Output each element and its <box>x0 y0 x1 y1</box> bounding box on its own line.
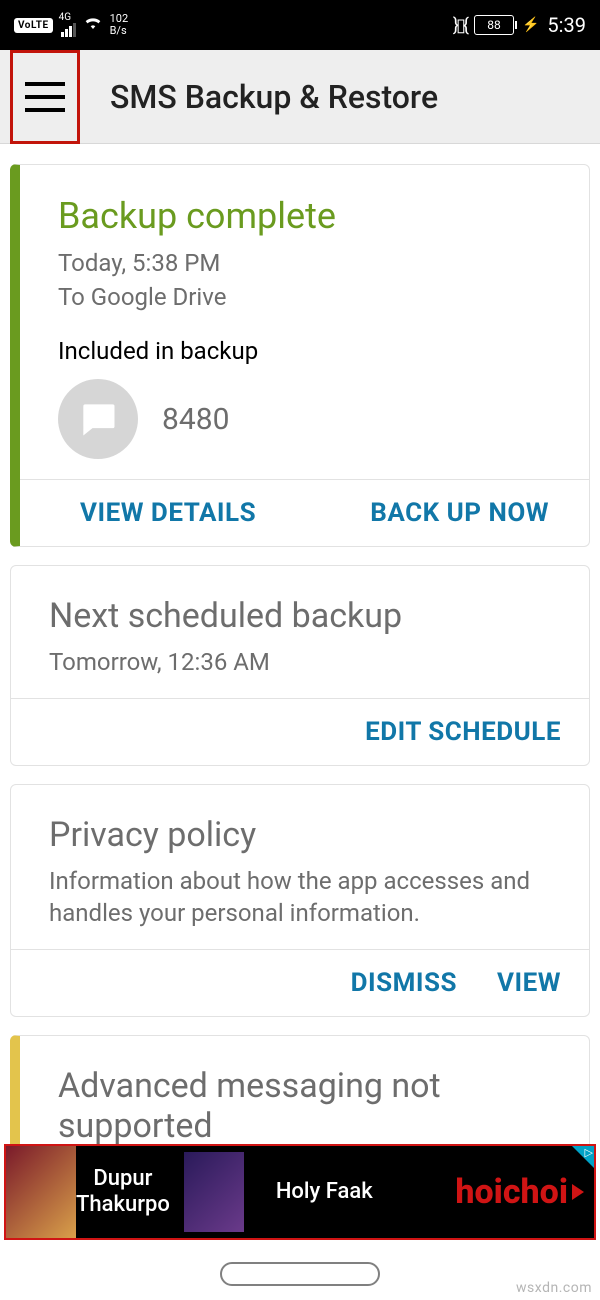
nav-pill[interactable] <box>220 1262 380 1286</box>
hamburger-icon[interactable] <box>25 82 65 112</box>
app-title: SMS Backup & Restore <box>110 78 438 116</box>
back-up-now-button[interactable]: BACK UP NOW <box>370 498 549 528</box>
privacy-card: Privacy policy Information about how the… <box>10 784 590 1017</box>
menu-button-highlight <box>10 50 80 144</box>
schedule-time: Tomorrow, 12:36 AM <box>49 646 561 678</box>
ad-thumbnail-2 <box>184 1152 244 1232</box>
network-speed: 102 B/s <box>110 13 129 37</box>
battery-icon: 88 <box>474 15 514 35</box>
volte-badge: VoLTE <box>14 18 53 33</box>
backup-destination: To Google Drive <box>58 281 561 313</box>
status-bar: VoLTE 4G 102 B/s }▯{ 88 ⚡ 5:39 <box>0 0 600 50</box>
included-label: Included in backup <box>58 337 561 365</box>
schedule-card: Next scheduled backup Tomorrow, 12:36 AM… <box>10 565 590 766</box>
ad-brand-logo: hoichoi <box>455 1172 584 1212</box>
ad-banner[interactable]: Dupur Thakurpo Holy Faak hoichoi <box>4 1144 596 1240</box>
view-button[interactable]: VIEW <box>497 968 561 998</box>
wifi-icon <box>82 12 104 39</box>
backup-title: Backup complete <box>58 195 561 237</box>
privacy-title: Privacy policy <box>49 815 561 855</box>
play-icon <box>572 1184 584 1200</box>
messages-icon <box>58 379 138 459</box>
edit-schedule-button[interactable]: EDIT SCHEDULE <box>365 717 561 747</box>
privacy-body: Information about how the app accesses a… <box>49 865 561 929</box>
advanced-messaging-card: Advanced messaging not supported <box>10 1035 590 1157</box>
vibrate-icon: }▯{ <box>453 15 466 36</box>
ad-thumbnail-1 <box>6 1146 76 1238</box>
dismiss-button[interactable]: DISMISS <box>351 968 457 998</box>
view-details-button[interactable]: VIEW DETAILS <box>80 498 256 528</box>
ad-title-2: Holy Faak <box>276 1179 373 1205</box>
backup-time: Today, 5:38 PM <box>58 247 561 279</box>
backup-complete-card: Backup complete Today, 5:38 PM To Google… <box>10 164 590 547</box>
signal-4g-icon: 4G <box>59 13 76 37</box>
ad-info-icon[interactable] <box>572 1146 594 1168</box>
clock: 5:39 <box>547 13 586 37</box>
watermark: wsxdn.com <box>516 1280 592 1296</box>
charging-icon: ⚡ <box>522 17 539 33</box>
message-count: 8480 <box>162 402 229 437</box>
content-area: Backup complete Today, 5:38 PM To Google… <box>0 144 600 1157</box>
schedule-title: Next scheduled backup <box>49 596 561 636</box>
advanced-title: Advanced messaging not supported <box>58 1066 561 1146</box>
app-bar: SMS Backup & Restore <box>0 50 600 144</box>
ad-title-1: Dupur Thakurpo <box>76 1166 170 1218</box>
